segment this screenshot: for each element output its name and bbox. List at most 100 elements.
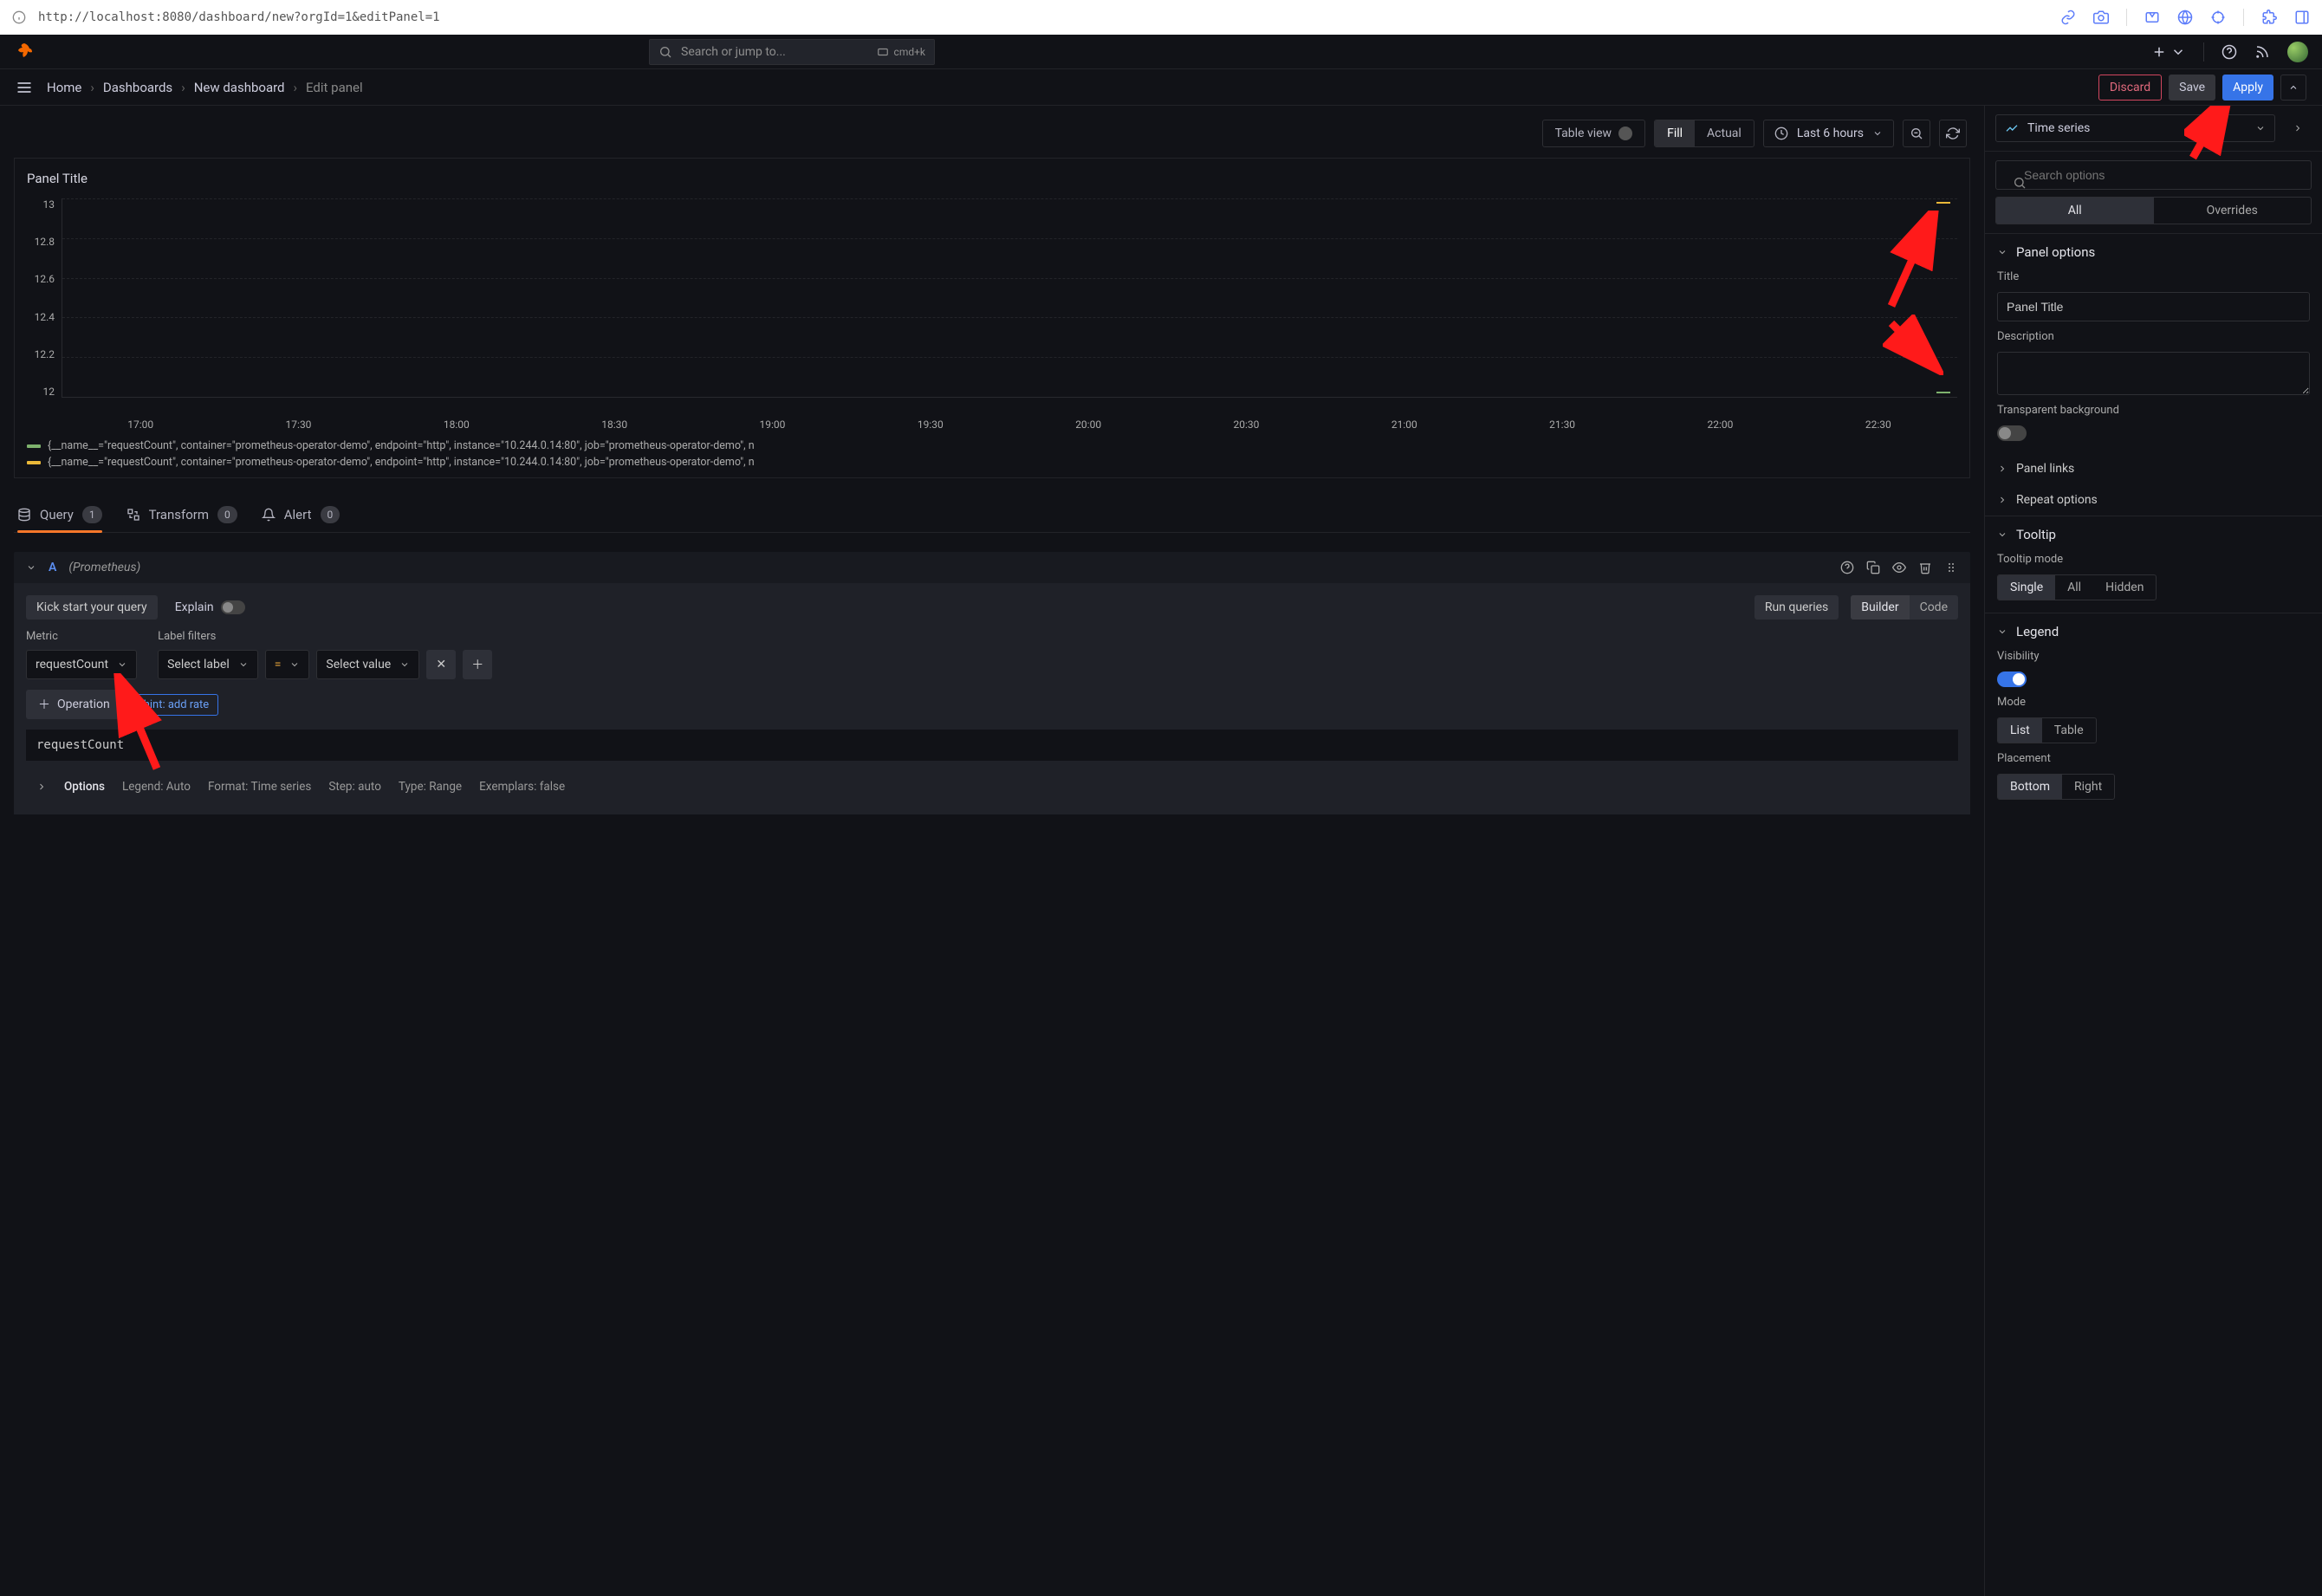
puzzle-icon[interactable] [2261,10,2277,25]
chart-plot-area[interactable] [62,198,1957,398]
transform-icon [126,508,140,522]
zoom-out-button[interactable] [1903,120,1930,147]
actual-option[interactable]: Actual [1695,120,1754,146]
tooltip-all[interactable]: All [2055,575,2093,600]
breadcrumb-home[interactable]: Home [47,80,81,95]
tooltip-heading[interactable]: Tooltip [1985,516,2322,553]
options-search[interactable] [1995,160,2312,190]
add-menu[interactable] [2151,44,2186,60]
apply-button[interactable]: Apply [2222,75,2273,101]
remove-filter-button[interactable]: ✕ [426,650,456,679]
fill-actual-segment[interactable]: Fill Actual [1654,120,1754,147]
legend-placement-segment[interactable]: Bottom Right [1997,774,2115,800]
query-editor: A (Prometheus) Kick start your query Ex [14,552,1970,814]
panel-title-input[interactable] [1997,292,2310,321]
copy-icon[interactable] [1866,561,1880,574]
legend-visibility-toggle[interactable] [1997,671,2027,687]
tab-query[interactable]: Query 1 [17,497,102,532]
explain-toggle[interactable]: Explain [175,600,245,614]
breadcrumb-current: Edit panel [306,80,363,95]
add-filter-button[interactable]: ＋ [463,650,492,679]
series-1-mark [1936,202,1950,204]
search-icon [2013,176,2027,190]
browser-address-bar: http://localhost:8080/dashboard/new?orgI… [0,0,2322,35]
sidebar-tabs[interactable]: All Overrides [1995,197,2312,224]
eye-icon[interactable] [1892,561,1906,574]
builder-mode[interactable]: Builder [1851,595,1909,620]
help-icon[interactable] [2221,44,2237,60]
transparent-label: Transparent background [1997,404,2310,417]
time-range-picker[interactable]: Last 6 hours [1763,120,1894,147]
tab-all[interactable]: All [1996,198,2154,224]
tab-alert[interactable]: Alert 0 [262,497,341,532]
query-options-row[interactable]: Options Legend: Auto Format: Time series… [26,771,1958,802]
chart-icon [2005,121,2019,135]
value-select[interactable]: Select value [316,650,419,679]
refresh-button[interactable] [1939,120,1967,147]
breadcrumb-dashboards[interactable]: Dashboards [103,80,172,95]
operator-select[interactable]: = [265,650,310,679]
query-help-icon[interactable] [1840,561,1854,574]
panel-description-input[interactable] [1997,352,2310,395]
query-key[interactable]: A [49,561,56,574]
breadcrumb: Home › Dashboards › New dashboard › Edit… [47,80,363,95]
legend-item-1[interactable]: {__name__="requestCount", container="pro… [27,456,1957,469]
x-axis: 17:0017:3018:0018:3019:0019:3020:0020:30… [62,418,1957,431]
chevron-right-icon [36,782,47,792]
rss-icon[interactable] [2254,44,2270,60]
visualization-select[interactable]: Time series [1995,114,2275,142]
discard-button[interactable]: Discard [2098,75,2162,101]
builder-code-segment[interactable]: Builder Code [1851,595,1958,620]
hamburger-menu-icon[interactable] [16,79,33,96]
chart-panel: Panel Title 13 12.8 12.6 12.4 12.2 12 [14,158,1970,478]
repeat-options-row[interactable]: Repeat options [1985,484,2322,516]
kick-start-button[interactable]: Kick start your query [26,595,158,620]
trash-icon[interactable] [1918,561,1932,574]
tooltip-mode-segment[interactable]: Single All Hidden [1997,574,2157,600]
panel-links-row[interactable]: Panel links [1985,453,2322,484]
chevron-down-icon[interactable] [26,562,36,573]
crosshair-icon[interactable] [2210,10,2226,25]
panels-icon[interactable] [2294,10,2310,25]
query-tabs: Query 1 Transform 0 Alert 0 [14,497,1970,533]
globe-icon[interactable] [2177,10,2193,25]
panel-options-heading[interactable]: Panel options [1985,234,2322,270]
legend-list[interactable]: List [1998,718,2042,743]
collapse-sidebar-button[interactable] [2280,75,2306,101]
database-icon [17,508,31,522]
folder-icon[interactable] [2144,10,2160,25]
tooltip-hidden[interactable]: Hidden [2093,575,2156,600]
legend-bottom[interactable]: Bottom [1998,775,2062,799]
panel-title: Panel Title [27,171,1957,186]
legend-visibility-label: Visibility [1997,650,2310,663]
legend-item-0[interactable]: {__name__="requestCount", container="pro… [27,439,1957,452]
grafana-logo-icon[interactable] [14,42,35,62]
save-button[interactable]: Save [2169,75,2215,101]
transparent-toggle[interactable] [1997,425,2027,441]
legend-heading[interactable]: Legend [1985,613,2322,650]
tab-overrides[interactable]: Overrides [2154,198,2312,224]
legend-right[interactable]: Right [2062,775,2114,799]
legend-mode-segment[interactable]: List Table [1997,717,2097,743]
fill-option[interactable]: Fill [1655,120,1695,146]
drag-handle-icon[interactable] [1944,561,1958,574]
camera-icon[interactable] [2093,10,2109,25]
code-mode[interactable]: Code [1910,595,1958,620]
sidebar-expand-button[interactable] [2284,114,2312,142]
link-icon[interactable] [2060,10,2076,25]
search-shortcut: cmd+k [877,46,925,58]
options-search-input[interactable] [1995,160,2312,190]
global-search-input[interactable]: Search or jump to... cmd+k [649,39,935,65]
table-view-toggle[interactable]: Table view [1542,120,1646,147]
run-queries-button[interactable]: Run queries [1754,595,1839,620]
add-operation-button[interactable]: ＋ Operation [26,690,122,719]
tab-transform[interactable]: Transform 0 [126,497,237,532]
legend-table[interactable]: Table [2042,718,2096,743]
metric-select[interactable]: requestCount [26,650,137,679]
breadcrumb-new-dashboard[interactable]: New dashboard [194,80,285,95]
label-select[interactable]: Select label [158,650,258,679]
add-rate-hint[interactable]: hint: add rate [134,694,218,716]
tooltip-single[interactable]: Single [1998,575,2055,600]
bell-icon [262,508,276,522]
user-avatar[interactable] [2287,42,2308,62]
